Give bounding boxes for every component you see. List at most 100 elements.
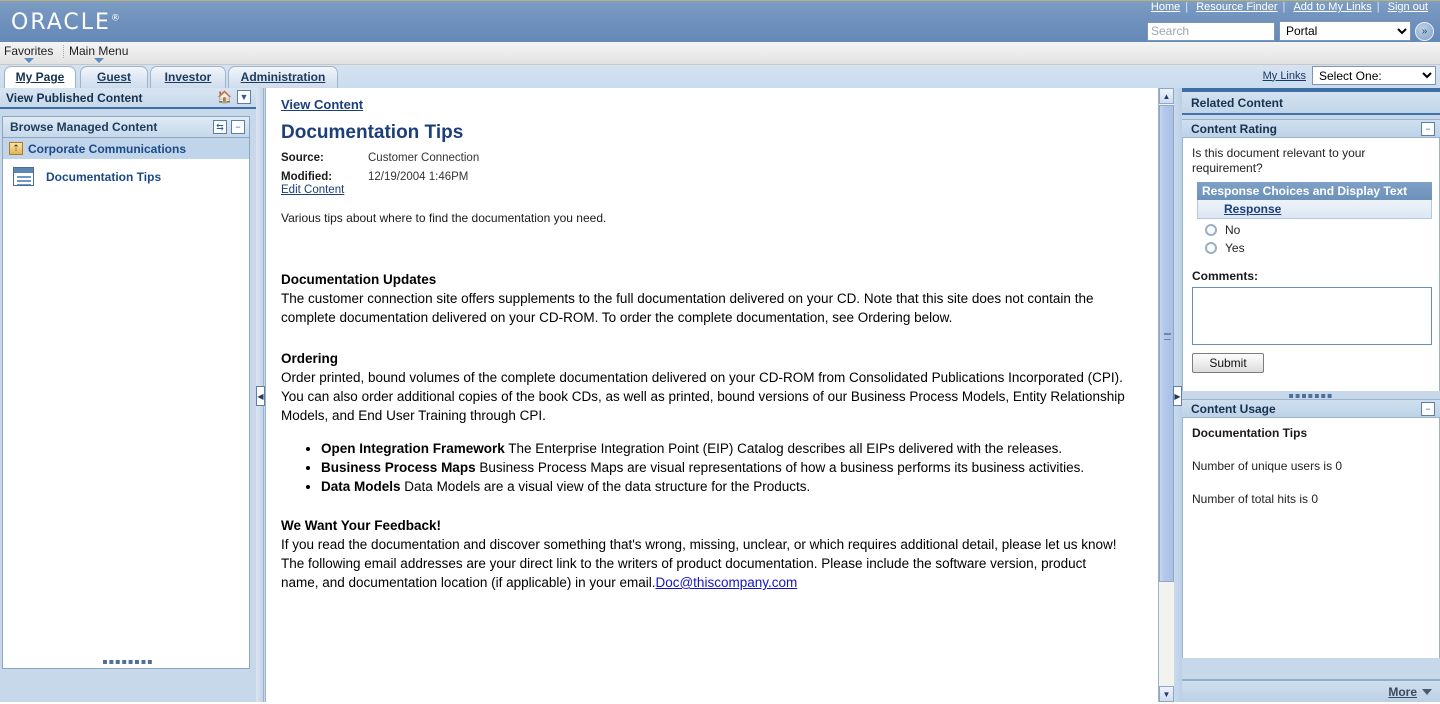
bullet-term: Business Process Maps xyxy=(321,460,476,475)
content-usage-doc-title: Documentation Tips xyxy=(1192,426,1308,440)
content-usage-body: Documentation Tips Number of unique user… xyxy=(1182,418,1440,658)
link-separator-2: | xyxy=(1282,1,1286,13)
menu-item-favorites-label: Favorites xyxy=(4,44,54,58)
minus-icon[interactable]: − xyxy=(1421,122,1435,136)
content-usage-header: Content Usage − xyxy=(1182,399,1440,418)
browse-managed-content-pagelet: Browse Managed Content ⇆ − ⇡ Corporate C… xyxy=(2,116,250,669)
tab-administration-label: Administration xyxy=(240,70,326,84)
response-column-link[interactable]: Response xyxy=(1224,202,1281,216)
left-sidebar: View Published Content 🏠 ▼ Browse Manage… xyxy=(0,88,256,702)
content-rating-header-label: Content Rating xyxy=(1191,121,1277,136)
link-separator-3: | xyxy=(1376,1,1380,13)
menu-item-favorites[interactable]: Favorites xyxy=(4,44,53,63)
search-scope-select[interactable]: Portal xyxy=(1279,21,1411,41)
feature-bullet-list: Open Integration Framework The Enterpris… xyxy=(281,439,1126,496)
header-link-resource-finder[interactable]: Resource Finder xyxy=(1192,1,1281,13)
grip-dots-icon: ▪▪▪▪▪▪▪▪ xyxy=(102,657,154,666)
document-icon xyxy=(13,167,34,186)
home-icon[interactable]: 🏠 xyxy=(217,90,232,104)
view-content-link[interactable]: View Content xyxy=(281,97,363,112)
response-option-yes[interactable]: Yes xyxy=(1205,241,1432,255)
left-panel-resize-grip[interactable]: ▪▪▪▪▪▪▪▪ xyxy=(6,657,250,666)
tab-investor[interactable]: Investor xyxy=(150,66,226,88)
tab-guest-label: Guest xyxy=(96,70,131,84)
my-links-select[interactable]: Select One: xyxy=(1312,66,1436,85)
left-sidebar-title: View Published Content xyxy=(6,90,143,105)
minus-icon[interactable]: − xyxy=(231,120,245,134)
left-splitter-collapse-icon[interactable]: ◀ xyxy=(256,386,265,406)
edit-content-link[interactable]: Edit Content xyxy=(281,184,344,196)
section-ordering: Ordering Order printed, bound volumes of… xyxy=(281,349,1126,425)
header-link-sign-out[interactable]: Sign out xyxy=(1384,1,1432,13)
page-body: View Published Content 🏠 ▼ Browse Manage… xyxy=(0,88,1440,702)
left-sidebar-title-icons: 🏠 ▼ xyxy=(217,90,251,104)
content-usage-header-label: Content Usage xyxy=(1191,401,1276,416)
chevron-down-icon xyxy=(93,58,104,63)
chevron-down-icon xyxy=(23,58,34,63)
content-rating-question: Is this document relevant to your requir… xyxy=(1192,146,1366,175)
browse-header: Browse Managed Content ⇆ − xyxy=(3,117,249,138)
main-content-panel: View Content Documentation Tips Source: … xyxy=(265,88,1158,702)
oracle-logo-text: ORACLE xyxy=(11,10,111,35)
header-link-add-to-my-links[interactable]: Add to My Links xyxy=(1289,1,1375,13)
bullet-term: Data Models xyxy=(321,479,401,494)
section-heading: We Want Your Feedback! xyxy=(281,518,442,533)
header-link-home[interactable]: Home xyxy=(1147,1,1184,13)
tab-guest[interactable]: Guest xyxy=(80,66,148,88)
content-vertical-scrollbar[interactable]: ▲ ▼ xyxy=(1158,88,1174,702)
feedback-email-link[interactable]: Doc@thiscompany.com xyxy=(655,575,797,590)
bullet-text: Business Process Maps are visual represe… xyxy=(479,460,1085,475)
oracle-logo: ORACLE® xyxy=(11,10,120,35)
search-go-icon[interactable]: » xyxy=(1415,21,1434,41)
tree-item-documentation-tips[interactable]: Documentation Tips xyxy=(3,167,249,186)
right-splitter[interactable]: ▶ xyxy=(1173,88,1182,702)
response-option-label: No xyxy=(1225,223,1241,237)
section-documentation-updates: Documentation Updates The customer conne… xyxy=(281,270,1126,327)
link-separator-1: | xyxy=(1185,1,1189,13)
metadata-label-modified: Modified: xyxy=(281,171,333,183)
response-option-label: Yes xyxy=(1225,241,1245,255)
section-paragraph: The customer connection site offers supp… xyxy=(281,291,1094,325)
scroll-up-icon[interactable]: ▲ xyxy=(1159,88,1174,104)
right-panel-resize-grip[interactable]: ▪▪▪▪▪▪▪ xyxy=(1182,391,1440,400)
tab-my-page[interactable]: My Page xyxy=(4,66,76,88)
content-usage-stat: Number of total hits is 0 xyxy=(1192,492,1319,506)
menu-item-main-menu[interactable]: Main Menu xyxy=(69,44,128,63)
list-item: Data Models Data Models are a visual vie… xyxy=(321,477,1126,496)
response-option-no[interactable]: No xyxy=(1205,223,1432,237)
search-input[interactable] xyxy=(1147,21,1275,41)
minus-icon[interactable]: − xyxy=(1421,402,1435,416)
scrollbar-thumb[interactable] xyxy=(1159,105,1174,582)
metadata-label-source: Source: xyxy=(281,152,324,164)
tree-item-label: Documentation Tips xyxy=(46,169,162,184)
right-splitter-collapse-icon[interactable]: ▶ xyxy=(1173,386,1182,406)
more-link[interactable]: More xyxy=(1388,685,1417,699)
section-heading: Ordering xyxy=(281,351,339,366)
scrollbar-grip-icon xyxy=(1164,333,1171,340)
brand-header-bar: ORACLE® Home | Resource Finder | Add to My… xyxy=(0,0,1440,42)
section-paragraph: Order printed, bound volumes of the comp… xyxy=(281,370,1125,423)
comments-textarea[interactable] xyxy=(1192,287,1432,345)
menu-bar: Favorites Main Menu xyxy=(0,42,1440,65)
submit-button[interactable]: Submit xyxy=(1192,353,1264,373)
content-rating-header: Content Rating − xyxy=(1182,119,1440,138)
bullet-text: Data Models are a visual view of the dat… xyxy=(404,479,811,494)
radio-button[interactable] xyxy=(1205,224,1217,236)
scroll-down-icon[interactable]: ▼ xyxy=(1159,686,1174,702)
tree-root-label: Corporate Communications xyxy=(28,141,187,156)
list-item: Open Integration Framework The Enterpris… xyxy=(321,439,1126,458)
chevron-down-icon[interactable]: ▼ xyxy=(237,90,251,104)
metadata-value-source: Customer Connection xyxy=(368,152,480,164)
metadata-row-modified: Modified: 12/19/2004 1:46PM xyxy=(281,171,1126,183)
browse-header-icons: ⇆ − xyxy=(213,120,245,134)
radio-button[interactable] xyxy=(1205,242,1217,254)
tree-root-corporate-communications[interactable]: ⇡ Corporate Communications xyxy=(3,138,249,159)
response-column-header: Response xyxy=(1197,200,1432,219)
refresh-icon[interactable]: ⇆ xyxy=(213,120,227,134)
left-splitter[interactable]: ◀ xyxy=(256,88,265,702)
document-metadata: Source: Customer Connection Modified: 12… xyxy=(281,152,1126,196)
menu-divider xyxy=(63,45,64,58)
more-bar[interactable]: More xyxy=(1182,679,1440,702)
tab-administration[interactable]: Administration xyxy=(228,66,338,88)
my-links-link[interactable]: My Links xyxy=(1263,70,1306,82)
